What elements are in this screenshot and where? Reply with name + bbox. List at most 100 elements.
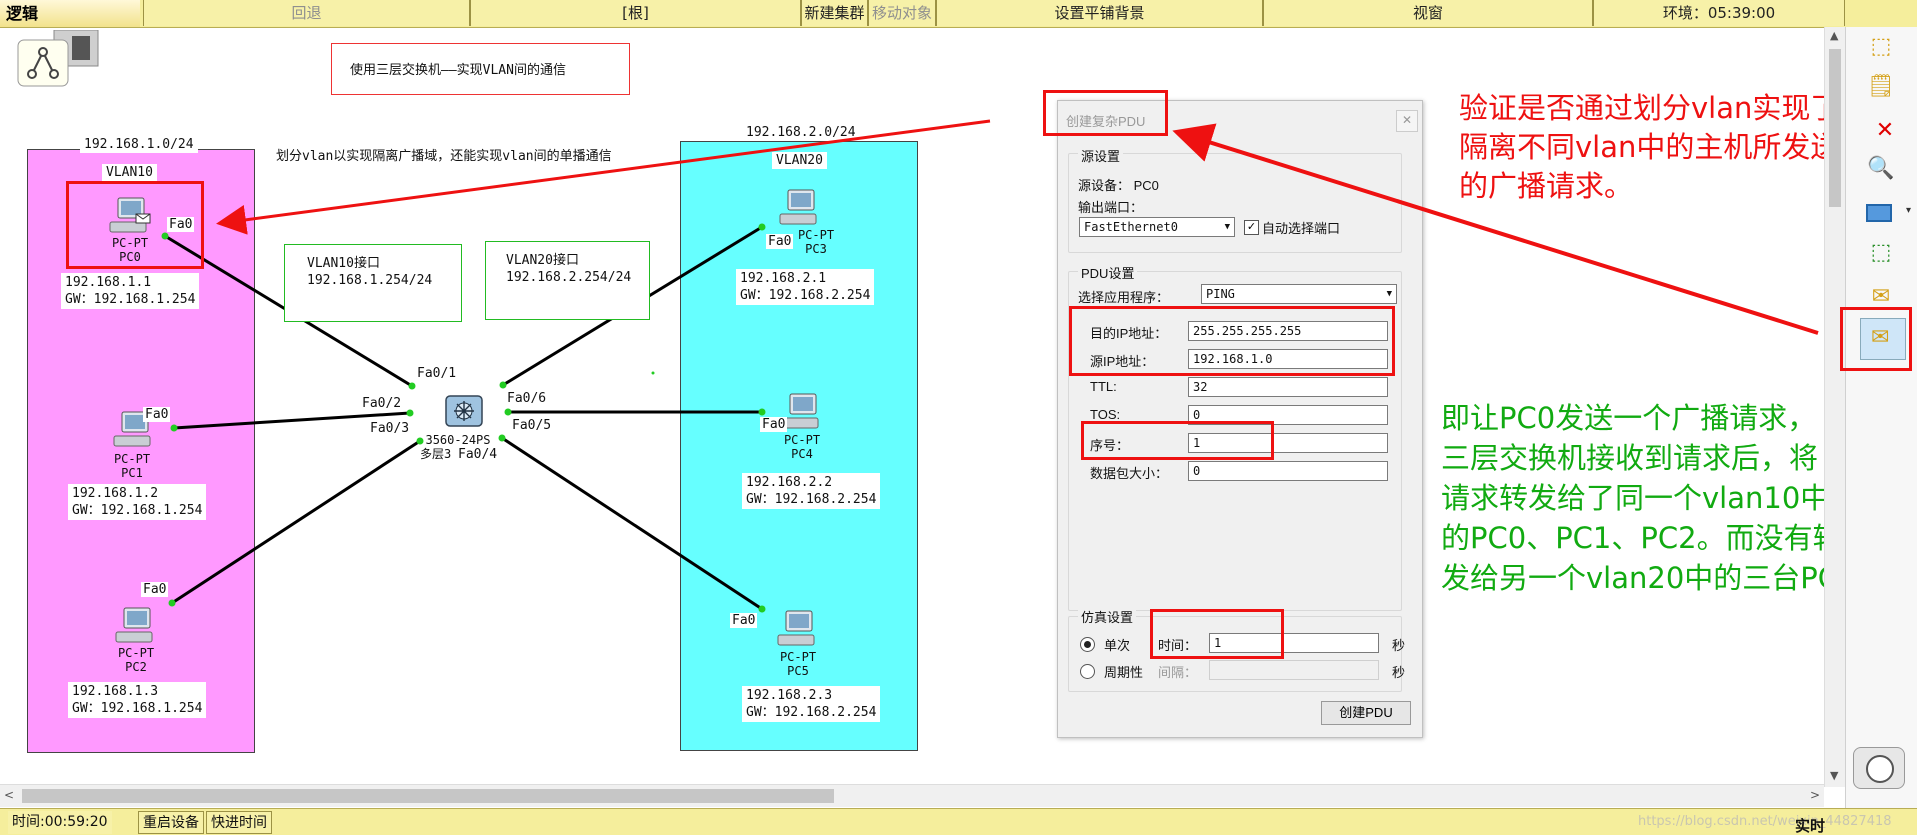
- bottom-status-bar: 时间:00:59:20 重启设备 快进时间 https://blog.csdn.…: [0, 808, 1917, 835]
- pc5-type: PC-PT: [779, 650, 817, 664]
- realtime-mode-label[interactable]: 实时: [1795, 815, 1825, 836]
- title-note-text: 使用三层交换机——实现VLAN间的通信: [350, 63, 566, 78]
- dialog-close-icon[interactable]: ✕: [1396, 110, 1418, 132]
- pc3-address-label: 192.168.2.1 GW：192.168.2.254: [736, 269, 875, 305]
- auto-select-port-label: 自动选择端口: [1262, 221, 1341, 236]
- realtime-clock-icon[interactable]: [1853, 747, 1905, 789]
- switch-name: 3560-24PS 多层3: [420, 433, 496, 461]
- subtitle-note: 划分vlan以实现隔离广播域，还能实现vlan间的单播通信: [276, 149, 612, 164]
- pc4-port-label: Fa0: [760, 417, 788, 432]
- vlan20-interface-ip: 192.168.2.254/24: [506, 270, 632, 285]
- pc5-label: PC5: [787, 664, 809, 678]
- single-shot-radio[interactable]: [1080, 637, 1095, 652]
- pc5-address-label: 192.168.2.3 GW：192.168.2.254: [742, 686, 881, 722]
- resize-shape-icon[interactable]: ⬚: [1866, 241, 1896, 265]
- switch-port-fa0-3: Fa0/3: [368, 421, 412, 436]
- inspect-icon[interactable]: 🔍: [1866, 157, 1896, 181]
- pc2-name: PC-PT PC2: [116, 646, 156, 674]
- pc3-name: PC-PT PC3: [796, 228, 836, 256]
- time-unit-label: 秒: [1392, 638, 1406, 653]
- pc2-port-label: Fa0: [141, 582, 169, 597]
- interval-input[interactable]: [1209, 660, 1379, 680]
- auto-select-port-checkbox[interactable]: ✓: [1244, 220, 1259, 235]
- scroll-down-icon[interactable]: ▼: [1830, 769, 1838, 782]
- scroll-right-icon[interactable]: >: [1810, 788, 1820, 802]
- pc0-highlight-box: [66, 181, 204, 269]
- title-note: 使用三层交换机——实现VLAN间的通信: [331, 43, 630, 95]
- pc3-device[interactable]: [778, 188, 818, 225]
- pc1-label: PC1: [121, 466, 143, 480]
- pc2-device[interactable]: [114, 606, 154, 643]
- pc4-ip: 192.168.2.2: [746, 475, 833, 490]
- pc5-gw: GW：192.168.2.254: [746, 705, 877, 720]
- scroll-up-icon[interactable]: ▲: [1830, 29, 1838, 42]
- switch-port-fa0-6: Fa0/6: [505, 391, 549, 406]
- source-device: 源设备： PC0: [1078, 178, 1159, 193]
- pc3-gw: GW：192.168.2.254: [740, 288, 871, 303]
- scroll-left-icon[interactable]: <: [4, 788, 14, 802]
- green-annotation-line-1: 即让PC0发送一个广播请求，: [1441, 401, 1817, 435]
- pc0-address-label: 192.168.1.1 GW：192.168.1.254: [61, 273, 200, 309]
- pc5-device[interactable]: [776, 609, 816, 646]
- add-simple-pdu-icon[interactable]: ✉: [1866, 285, 1896, 309]
- pc4-label: PC4: [791, 447, 813, 461]
- pc1-gw: GW：192.168.1.254: [72, 503, 203, 518]
- pc3-type: PC-PT: [797, 228, 835, 242]
- pc2-address-label: 192.168.1.3 GW：192.168.1.254: [68, 682, 207, 718]
- single-shot-label: 单次: [1104, 638, 1131, 653]
- complex-pdu-highlight: [1840, 307, 1912, 371]
- vertical-scrollbar[interactable]: ▲ ▼: [1824, 27, 1845, 787]
- green-annotation-line-2: 三层交换机接收到请求后，将: [1441, 441, 1819, 475]
- switch-port-fa0-5: Fa0/5: [510, 418, 554, 433]
- tos-label: TOS:: [1090, 407, 1121, 422]
- vlan20-interface-title: VLAN20接口: [506, 253, 579, 268]
- output-port-select[interactable]: FastEthernet0 ▼: [1079, 217, 1235, 237]
- pc4-address-label: 192.168.2.2 GW：192.168.2.254: [742, 473, 881, 509]
- vlan10-name-label: VLAN10: [102, 164, 157, 181]
- horizontal-scroll-thumb[interactable]: [22, 789, 834, 803]
- ttl-label: TTL:: [1090, 379, 1117, 394]
- pc1-ip: 192.168.1.2: [72, 486, 159, 501]
- pc2-label: PC2: [125, 660, 147, 674]
- select-icon[interactable]: ⬚: [1866, 35, 1896, 59]
- reset-devices-button[interactable]: 重启设备: [138, 811, 204, 834]
- draw-shape-icon[interactable]: ▾: [1864, 199, 1911, 223]
- pc4-gw: GW：192.168.2.254: [746, 492, 877, 507]
- ip-address-highlight: [1069, 306, 1395, 376]
- source-settings-title: 源设置: [1078, 146, 1124, 165]
- multilayer-switch-device[interactable]: [442, 392, 486, 430]
- red-annotation: 验证是否通过划分vlan实现了 隔离不同vlan中的主机所发送 的广播请求。: [1459, 89, 1839, 206]
- pc2-gw: GW：192.168.1.254: [72, 701, 203, 716]
- vertical-scroll-thumb[interactable]: [1829, 49, 1841, 207]
- note-icon[interactable]: 🗒: [1866, 75, 1896, 99]
- output-port-value: FastEthernet0: [1084, 220, 1178, 234]
- size-input[interactable]: 0: [1188, 461, 1388, 481]
- watermark-text: https://blog.csdn.net/weixin_44827418: [1638, 814, 1892, 829]
- pc3-label: PC3: [805, 242, 827, 256]
- create-pdu-button[interactable]: 创建PDU: [1321, 701, 1411, 725]
- horizontal-scrollbar[interactable]: < >: [0, 784, 1824, 807]
- vlan20-name-label: VLAN20: [772, 152, 827, 169]
- periodic-radio[interactable]: [1080, 664, 1095, 679]
- pc1-port-label: Fa0: [143, 407, 171, 422]
- vlan20-subnet-label: 192.168.2.0/24: [742, 124, 860, 141]
- pc5-ip: 192.168.2.3: [746, 688, 833, 703]
- fast-forward-time-button[interactable]: 快进时间: [206, 811, 272, 834]
- switch-port-fa0-2: Fa0/2: [360, 396, 404, 411]
- vlan10-interface-note: VLAN10接口 192.168.1.254/24: [284, 244, 462, 322]
- pc0-gw: GW：192.168.1.254: [65, 292, 196, 307]
- chevron-down-icon: ▼: [1224, 222, 1230, 232]
- pc1-name: PC-PT PC1: [112, 452, 152, 480]
- ttl-input[interactable]: 32: [1188, 377, 1388, 397]
- delete-icon[interactable]: ✕: [1870, 119, 1900, 143]
- pc2-type: PC-PT: [117, 646, 155, 660]
- pdu-settings-title: PDU设置: [1078, 263, 1138, 282]
- output-port-label: 输出端口：: [1078, 200, 1144, 215]
- vlan10-interface-title: VLAN10接口: [307, 256, 380, 271]
- red-annotation-line-1: 验证是否通过划分vlan实现了: [1459, 91, 1840, 125]
- app-select[interactable]: PING ▼: [1201, 284, 1397, 304]
- dialog-title-highlight: [1043, 90, 1168, 136]
- pc1-address-label: 192.168.1.2 GW：192.168.1.254: [68, 484, 207, 520]
- chevron-down-icon: ▼: [1386, 289, 1392, 299]
- pc5-port-label: Fa0: [730, 613, 758, 628]
